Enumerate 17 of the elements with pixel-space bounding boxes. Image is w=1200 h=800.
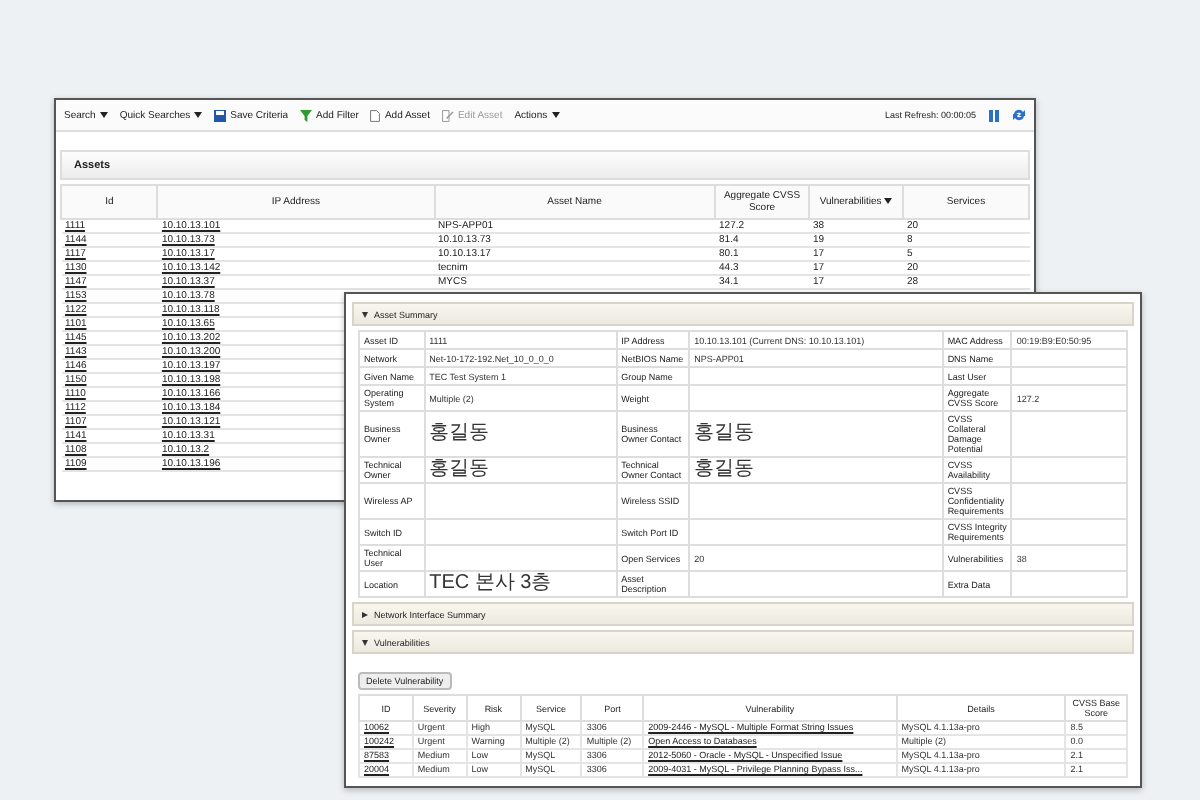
field-value: TEC 본사 3층 bbox=[429, 572, 552, 594]
edit-document-icon bbox=[441, 109, 454, 121]
expander-icon bbox=[362, 311, 368, 317]
field-value: 홍길동 bbox=[429, 458, 490, 480]
expander-icon bbox=[362, 639, 368, 645]
refresh-icon[interactable] bbox=[1012, 108, 1026, 122]
field-value: 홍길동 bbox=[429, 422, 490, 444]
field-value: 홍길동 bbox=[694, 422, 755, 444]
expander-icon bbox=[362, 611, 368, 617]
document-icon bbox=[370, 109, 381, 121]
dropdown-caret-icon bbox=[194, 112, 203, 118]
field-value: 홍길동 bbox=[694, 458, 755, 480]
sort-caret-icon bbox=[884, 198, 893, 204]
dropdown-caret-icon bbox=[99, 112, 108, 118]
dropdown-caret-icon bbox=[551, 112, 560, 118]
pause-icon[interactable] bbox=[988, 109, 1000, 121]
filter-icon bbox=[300, 109, 313, 121]
